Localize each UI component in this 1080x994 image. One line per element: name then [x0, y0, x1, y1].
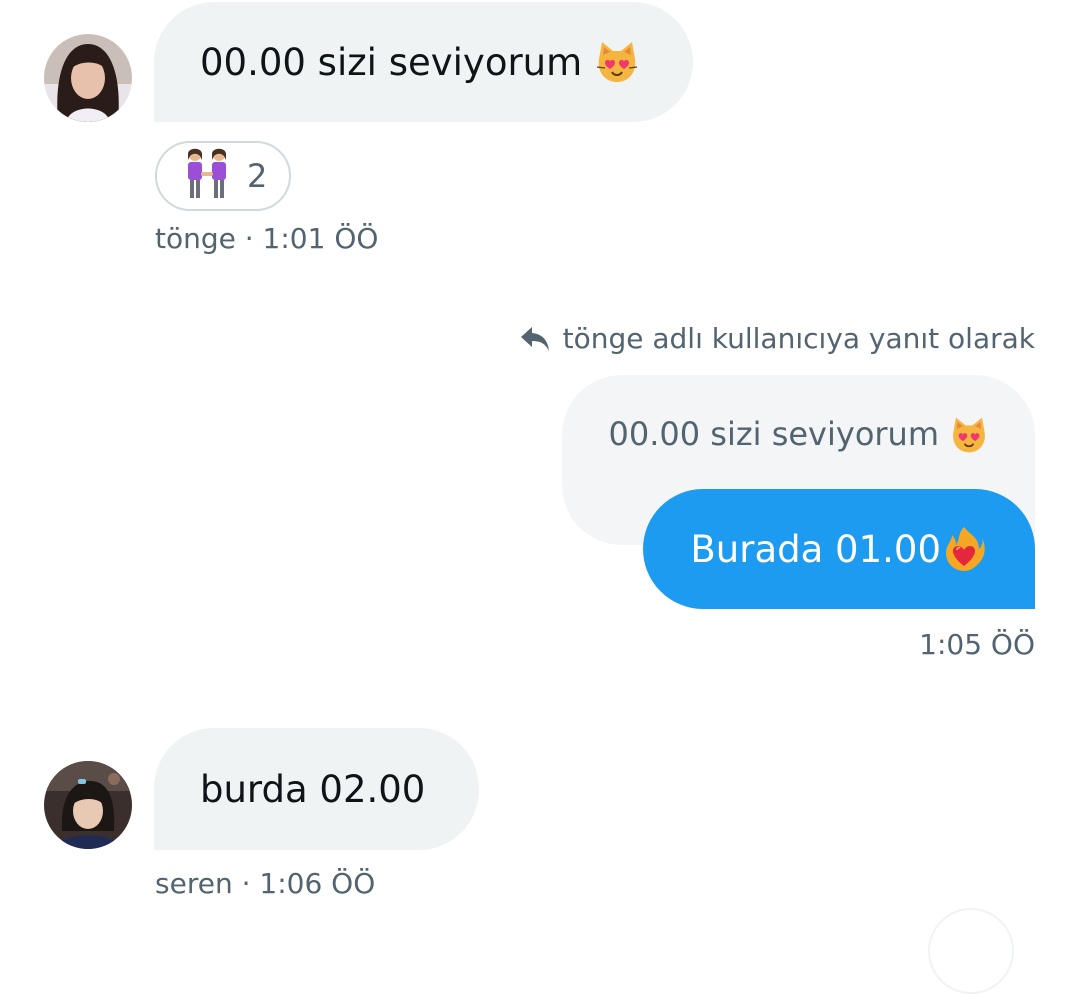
message-text: Burada 01.00 — [690, 527, 941, 571]
message-bubble-own[interactable]: Burada 01.00 — [643, 489, 1035, 609]
message-text: burda 02.00 — [200, 767, 426, 811]
message-text: 00.00 sizi seviyorum — [200, 40, 583, 84]
heart-on-fire-icon — [943, 525, 985, 573]
message-bubble-seren[interactable]: burda 02.00 — [154, 728, 479, 850]
message-meta: 1:05 ÖÖ — [919, 628, 1035, 661]
message-bubble-tonge[interactable]: 00.00 sizi seviyorum — [154, 2, 693, 122]
two-women-holding-hands-icon — [179, 146, 235, 206]
message-meta: seren · 1:06 ÖÖ — [155, 867, 376, 900]
reply-arrow-icon — [519, 324, 551, 354]
smiling-cat-heart-eyes-icon — [949, 415, 989, 455]
message-meta: tönge · 1:01 ÖÖ — [155, 222, 379, 255]
reaction-count: 2 — [247, 157, 268, 195]
reply-context[interactable]: tönge adlı kullanıcıya yanıt olarak — [519, 322, 1035, 355]
quoted-text: 00.00 sizi seviyorum — [608, 415, 939, 453]
avatar-seren[interactable] — [44, 761, 132, 849]
reaction-button[interactable]: 2 — [155, 141, 291, 211]
avatar-tonge[interactable] — [44, 34, 132, 122]
scroll-down-button[interactable] — [928, 908, 1014, 994]
reply-context-text: tönge adlı kullanıcıya yanıt olarak — [562, 322, 1035, 355]
smiling-cat-heart-eyes-icon — [594, 39, 640, 85]
